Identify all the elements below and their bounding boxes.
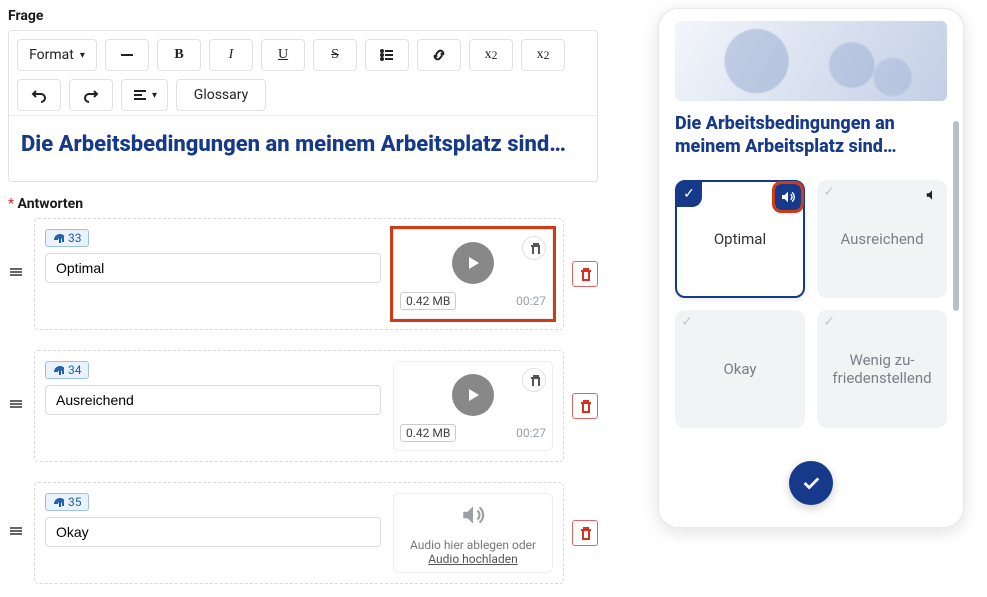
confirm-button[interactable] (789, 461, 833, 505)
editor-toolbar: Format▾ B I U S x2 x2 (9, 31, 597, 116)
hero-image (675, 21, 947, 101)
answer-text-input[interactable] (45, 385, 381, 415)
speaker-icon[interactable] (775, 184, 801, 210)
drag-icon (8, 264, 24, 280)
answer-row: 33 0.42 MB 00:27 (8, 218, 598, 330)
rich-text-editor: Format▾ B I U S x2 x2 (8, 30, 598, 182)
link-icon (431, 47, 447, 63)
play-button[interactable] (452, 242, 494, 284)
preview-option[interactable]: ✓ Ausrei­chend (817, 180, 947, 298)
duration-text: 00:27 (516, 426, 546, 440)
file-size-badge: 0.42 MB (400, 292, 456, 310)
list-icon (379, 47, 395, 63)
mobile-preview: Die Arbeitsbedingungen an meinem Arbeits… (658, 8, 964, 528)
glossary-button[interactable]: Glossary (176, 79, 266, 111)
undo-button[interactable] (17, 79, 61, 111)
option-label: Wenig zu­friedenstel­lend (825, 351, 939, 387)
delete-audio-button[interactable] (522, 236, 546, 260)
scrollbar-thumb[interactable] (953, 121, 959, 311)
delete-answer-button[interactable] (572, 393, 598, 419)
redo-button[interactable] (69, 79, 113, 111)
drag-icon (8, 523, 24, 539)
superscript-button[interactable]: x2 (469, 39, 513, 71)
italic-button[interactable]: I (209, 39, 253, 71)
question-label: Frage (8, 8, 598, 24)
trash-icon (528, 374, 540, 386)
question-text: Die Arbeitsbedingungen an meinem Arbeits… (21, 132, 585, 157)
audio-dropzone[interactable]: Audio hier ablegen oder Audio hochladen (393, 493, 553, 573)
file-size-badge: 0.42 MB (400, 424, 456, 442)
audio-slot: 0.42 MB 00:27 (393, 361, 553, 451)
link-button[interactable] (417, 39, 461, 71)
check-icon: ✓ (816, 309, 842, 335)
fingerprint-chip[interactable]: 34 (45, 361, 89, 379)
strike-button[interactable]: S (313, 39, 357, 71)
speaker-icon[interactable] (919, 182, 945, 208)
answer-row: 35 Audio hier ablegen oder Audio hochlad… (8, 482, 598, 584)
editor-content[interactable]: Die Arbeitsbedingungen an meinem Arbeits… (9, 116, 597, 181)
delete-audio-button[interactable] (522, 368, 546, 392)
trash-icon (528, 242, 540, 254)
play-icon (465, 387, 481, 403)
undo-icon (31, 87, 47, 103)
preview-option[interactable]: ✓ Okay (675, 310, 805, 428)
format-button[interactable]: Format▾ (17, 39, 97, 71)
drag-handle[interactable] (8, 264, 26, 284)
audio-slot: 0.42 MB 00:27 (393, 229, 553, 319)
delete-answer-button[interactable] (572, 520, 598, 546)
preview-option[interactable]: ✓ Optimal (675, 180, 805, 298)
check-icon: ✓ (816, 179, 842, 205)
redo-icon (83, 87, 99, 103)
option-label: Ausrei­chend (840, 230, 923, 248)
option-label: Okay (723, 360, 756, 378)
fingerprint-chip[interactable]: 33 (45, 229, 89, 247)
minus-icon (119, 47, 135, 63)
speaker-icon (400, 502, 546, 534)
fingerprint-icon (52, 364, 64, 376)
fingerprint-icon (52, 232, 64, 244)
answer-text-input[interactable] (45, 253, 381, 283)
bold-button[interactable]: B (157, 39, 201, 71)
trash-icon (578, 267, 592, 281)
trash-icon (578, 526, 592, 540)
drag-handle[interactable] (8, 396, 26, 416)
answer-row: 34 0.42 MB 00:27 (8, 350, 598, 462)
upload-audio-link[interactable]: Audio hochladen (428, 552, 517, 566)
list-button[interactable] (365, 39, 409, 71)
subscript-button[interactable]: x2 (521, 39, 565, 71)
play-button[interactable] (452, 374, 494, 416)
hr-button[interactable] (105, 39, 149, 71)
play-icon (465, 255, 481, 271)
fingerprint-icon (52, 496, 64, 508)
drop-hint: Audio hier ablegen oder (410, 538, 536, 552)
drag-icon (8, 396, 24, 412)
underline-button[interactable]: U (261, 39, 305, 71)
check-icon: ✓ (676, 181, 702, 207)
trash-icon (578, 399, 592, 413)
duration-text: 00:27 (516, 294, 546, 308)
option-label: Optimal (714, 230, 766, 248)
preview-option[interactable]: ✓ Wenig zu­friedenstel­lend (817, 310, 947, 428)
preview-question: Die Arbeitsbedingungen an meinem Arbeits… (675, 113, 947, 158)
align-icon (132, 87, 148, 103)
drag-handle[interactable] (8, 523, 26, 543)
align-button[interactable]: ▾ (121, 79, 168, 111)
check-icon: ✓ (674, 309, 700, 335)
answer-text-input[interactable] (45, 517, 381, 547)
answers-label: * Antworten (8, 196, 598, 212)
delete-answer-button[interactable] (572, 261, 598, 287)
check-icon (800, 472, 822, 494)
fingerprint-chip[interactable]: 35 (45, 493, 89, 511)
